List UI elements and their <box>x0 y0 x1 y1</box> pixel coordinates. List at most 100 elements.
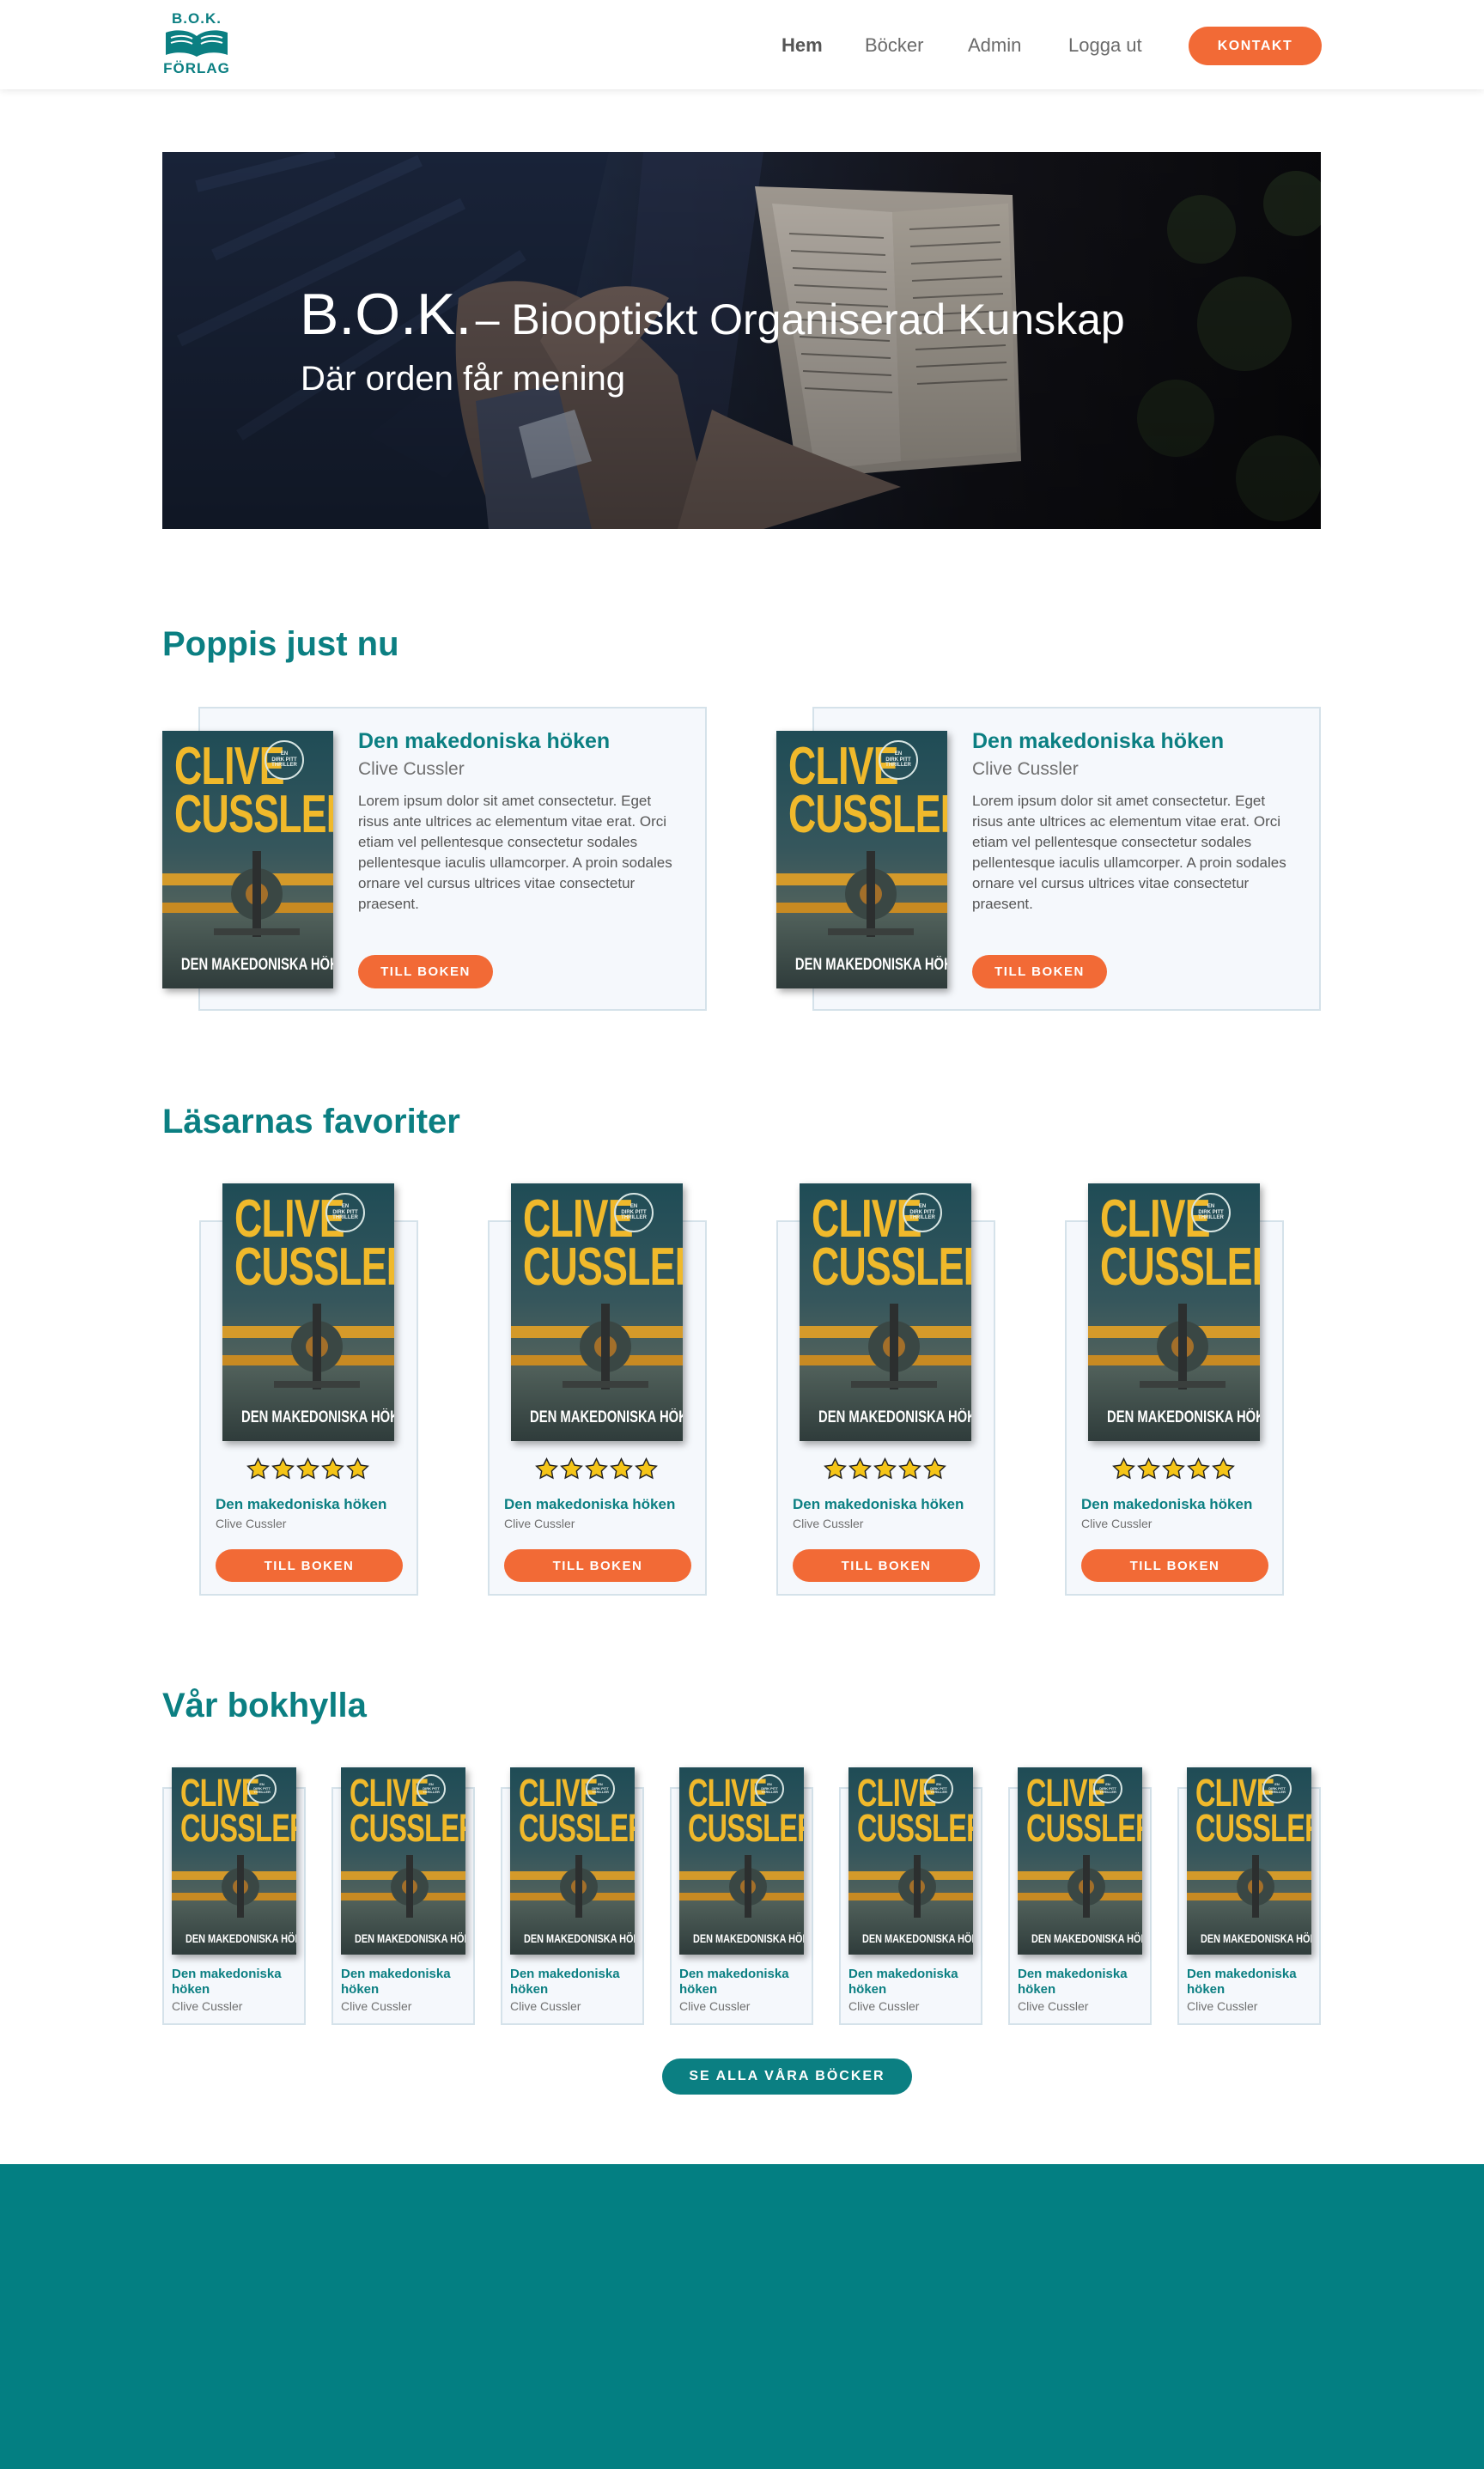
star-icon <box>1112 1457 1135 1480</box>
rating-stars <box>824 1457 946 1481</box>
till-boken-button[interactable]: TILL BOKEN <box>358 955 493 988</box>
book-cover[interactable]: CLIVECUSSLER ENDIRK PITTTHRILLER DEN MAK… <box>162 731 333 988</box>
cover-seal: EN DIRK PITT THRILLER <box>614 1193 654 1232</box>
cover-seal: EN DIRK PITT THRILLER <box>586 1774 615 1803</box>
cover-seal: EN DIRK PITT THRILLER <box>903 1193 942 1232</box>
star-icon <box>873 1457 897 1480</box>
book-title[interactable]: Den makedoniska höken <box>216 1496 386 1513</box>
open-book-icon <box>166 30 228 57</box>
book-cover[interactable]: CLIVECUSSLER ENDIRK PITTTHRILLER DEN MAK… <box>222 1183 394 1441</box>
star-icon <box>585 1457 608 1480</box>
book-title[interactable]: Den makedoniska höken <box>972 729 1224 754</box>
book-title[interactable]: Den makedoniska höken <box>341 1967 451 1998</box>
plane-illustration <box>679 1855 804 1918</box>
star-icon <box>923 1457 946 1480</box>
till-boken-button[interactable]: TILL BOKEN <box>216 1549 403 1582</box>
book-cover[interactable]: CLIVECUSSLER ENDIRK PITTTHRILLER DEN MAK… <box>679 1767 804 1955</box>
book-author: Clive Cussler <box>793 1517 864 1530</box>
book-cover[interactable]: CLIVECUSSLER ENDIRK PITTTHRILLER DEN MAK… <box>800 1183 971 1441</box>
book-author: Clive Cussler <box>1081 1517 1153 1530</box>
contact-button[interactable]: KONTAKT <box>1189 27 1322 65</box>
book-title[interactable]: Den makedoniska höken <box>793 1496 964 1513</box>
book-author: Clive Cussler <box>172 1999 243 2013</box>
hero-title: B.O.K. – Biooptiskt Organiserad Kunskap <box>300 281 1125 348</box>
book-title[interactable]: Den makedoniska höken <box>679 1967 789 1998</box>
cover-seal: EN DIRK PITT THRILLER <box>1262 1774 1292 1803</box>
star-icon <box>560 1457 583 1480</box>
logo[interactable]: B.O.K. FÖRLAG <box>161 10 233 79</box>
rating-stars <box>246 1457 369 1481</box>
plane-illustration <box>1018 1855 1142 1918</box>
book-author: Clive Cussler <box>341 1999 412 2013</box>
book-title[interactable]: Den makedoniska höken <box>1187 1967 1297 1998</box>
book-cover[interactable]: CLIVECUSSLER ENDIRK PITTTHRILLER DEN MAK… <box>172 1767 296 1955</box>
cover-title: DEN MAKEDONISKA HÖKEN <box>530 1408 683 1426</box>
star-icon <box>321 1457 344 1480</box>
book-title[interactable]: Den makedoniska höken <box>1018 1967 1128 1998</box>
nav-bocker[interactable]: Böcker <box>865 34 923 57</box>
book-cover[interactable]: CLIVECUSSLER ENDIRK PITTTHRILLER DEN MAK… <box>848 1767 973 1955</box>
all-books-button[interactable]: SE ALLA VÅRA BÖCKER <box>662 2059 912 2095</box>
rating-stars <box>535 1457 658 1481</box>
cover-seal: EN DIRK PITT THRILLER <box>417 1774 446 1803</box>
till-boken-button[interactable]: TILL BOKEN <box>972 955 1107 988</box>
logo-line2: FÖRLAG <box>163 60 230 76</box>
book-title[interactable]: Den makedoniska höken <box>504 1496 675 1513</box>
book-title[interactable]: Den makedoniska höken <box>1081 1496 1252 1513</box>
plane-illustration <box>1187 1855 1311 1918</box>
book-cover[interactable]: CLIVECUSSLER ENDIRK PITTTHRILLER DEN MAK… <box>1187 1767 1311 1955</box>
book-title[interactable]: Den makedoniska höken <box>848 1967 958 1998</box>
till-boken-button[interactable]: TILL BOKEN <box>504 1549 691 1582</box>
star-icon <box>635 1457 658 1480</box>
star-icon <box>296 1457 319 1480</box>
book-cover[interactable]: CLIVECUSSLER ENDIRK PITTTHRILLER DEN MAK… <box>341 1767 465 1955</box>
book-cover[interactable]: CLIVECUSSLER ENDIRK PITTTHRILLER DEN MAK… <box>1088 1183 1260 1441</box>
star-icon <box>824 1457 847 1480</box>
cover-title: DEN MAKEDONISKA HÖKEN <box>1107 1408 1260 1426</box>
book-author: Clive Cussler <box>510 1999 581 2013</box>
cover-title: DEN MAKEDONISKA HÖKEN <box>1200 1931 1311 1945</box>
book-cover[interactable]: CLIVECUSSLER ENDIRK PITTTHRILLER DEN MAK… <box>510 1767 635 1955</box>
till-boken-button[interactable]: TILL BOKEN <box>1081 1549 1268 1582</box>
plane-illustration <box>1088 1304 1260 1390</box>
book-cover[interactable]: CLIVECUSSLER ENDIRK PITTTHRILLER DEN MAK… <box>511 1183 683 1441</box>
cover-seal: EN DIRK PITT THRILLER <box>247 1774 277 1803</box>
book-title[interactable]: Den makedoniska höken <box>172 1967 282 1998</box>
till-boken-button[interactable]: TILL BOKEN <box>793 1549 980 1582</box>
book-description: Lorem ipsum dolor sit amet consectetur. … <box>972 793 1286 912</box>
nav-logga-ut[interactable]: Logga ut <box>1068 34 1142 57</box>
book-title[interactable]: Den makedoniska höken <box>358 729 610 754</box>
cover-author-line2: CUSSLER <box>1026 1805 1142 1850</box>
section-heading-shelf: Vår bokhylla <box>162 1687 367 1724</box>
nav-hem[interactable]: Hem <box>782 34 823 57</box>
book-cover[interactable]: CLIVECUSSLER ENDIRK PITTTHRILLER DEN MAK… <box>1018 1767 1142 1955</box>
book-author: Clive Cussler <box>216 1517 287 1530</box>
star-icon <box>1162 1457 1185 1480</box>
book-author: Clive Cussler <box>848 1999 920 2013</box>
cover-seal: EN DIRK PITT THRILLER <box>1093 1774 1122 1803</box>
book-title[interactable]: Den makedoniska höken <box>510 1967 620 1998</box>
cover-seal: EN DIRK PITT THRILLER <box>879 740 918 780</box>
cover-author-line2: CUSSLER <box>688 1805 804 1850</box>
cover-author-line2: CUSSLER <box>519 1805 635 1850</box>
cover-author-line2: CUSSLER <box>1100 1237 1260 1297</box>
cover-title: DEN MAKEDONISKA HÖKEN <box>1031 1931 1142 1945</box>
book-author: Clive Cussler <box>504 1517 575 1530</box>
plane-illustration <box>510 1855 635 1918</box>
cover-seal: EN DIRK PITT THRILLER <box>325 1193 365 1232</box>
cover-author-line2: CUSSLER <box>350 1805 465 1850</box>
star-icon <box>1212 1457 1235 1480</box>
cover-seal: EN DIRK PITT THRILLER <box>755 1774 784 1803</box>
plane-illustration <box>511 1304 683 1390</box>
cover-seal: EN DIRK PITT THRILLER <box>924 1774 953 1803</box>
nav-admin[interactable]: Admin <box>968 34 1021 57</box>
star-icon <box>246 1457 270 1480</box>
hero-title-rest: – Biooptiskt Organiserad Kunskap <box>475 295 1125 344</box>
cover-author-line2: CUSSLER <box>234 1237 394 1297</box>
star-icon <box>898 1457 921 1480</box>
book-cover[interactable]: CLIVECUSSLER ENDIRK PITTTHRILLER DEN MAK… <box>776 731 947 988</box>
hero-subtitle: Där orden får mening <box>301 360 625 398</box>
logo-line1: B.O.K. <box>172 10 222 27</box>
star-icon <box>610 1457 633 1480</box>
star-icon <box>346 1457 369 1480</box>
